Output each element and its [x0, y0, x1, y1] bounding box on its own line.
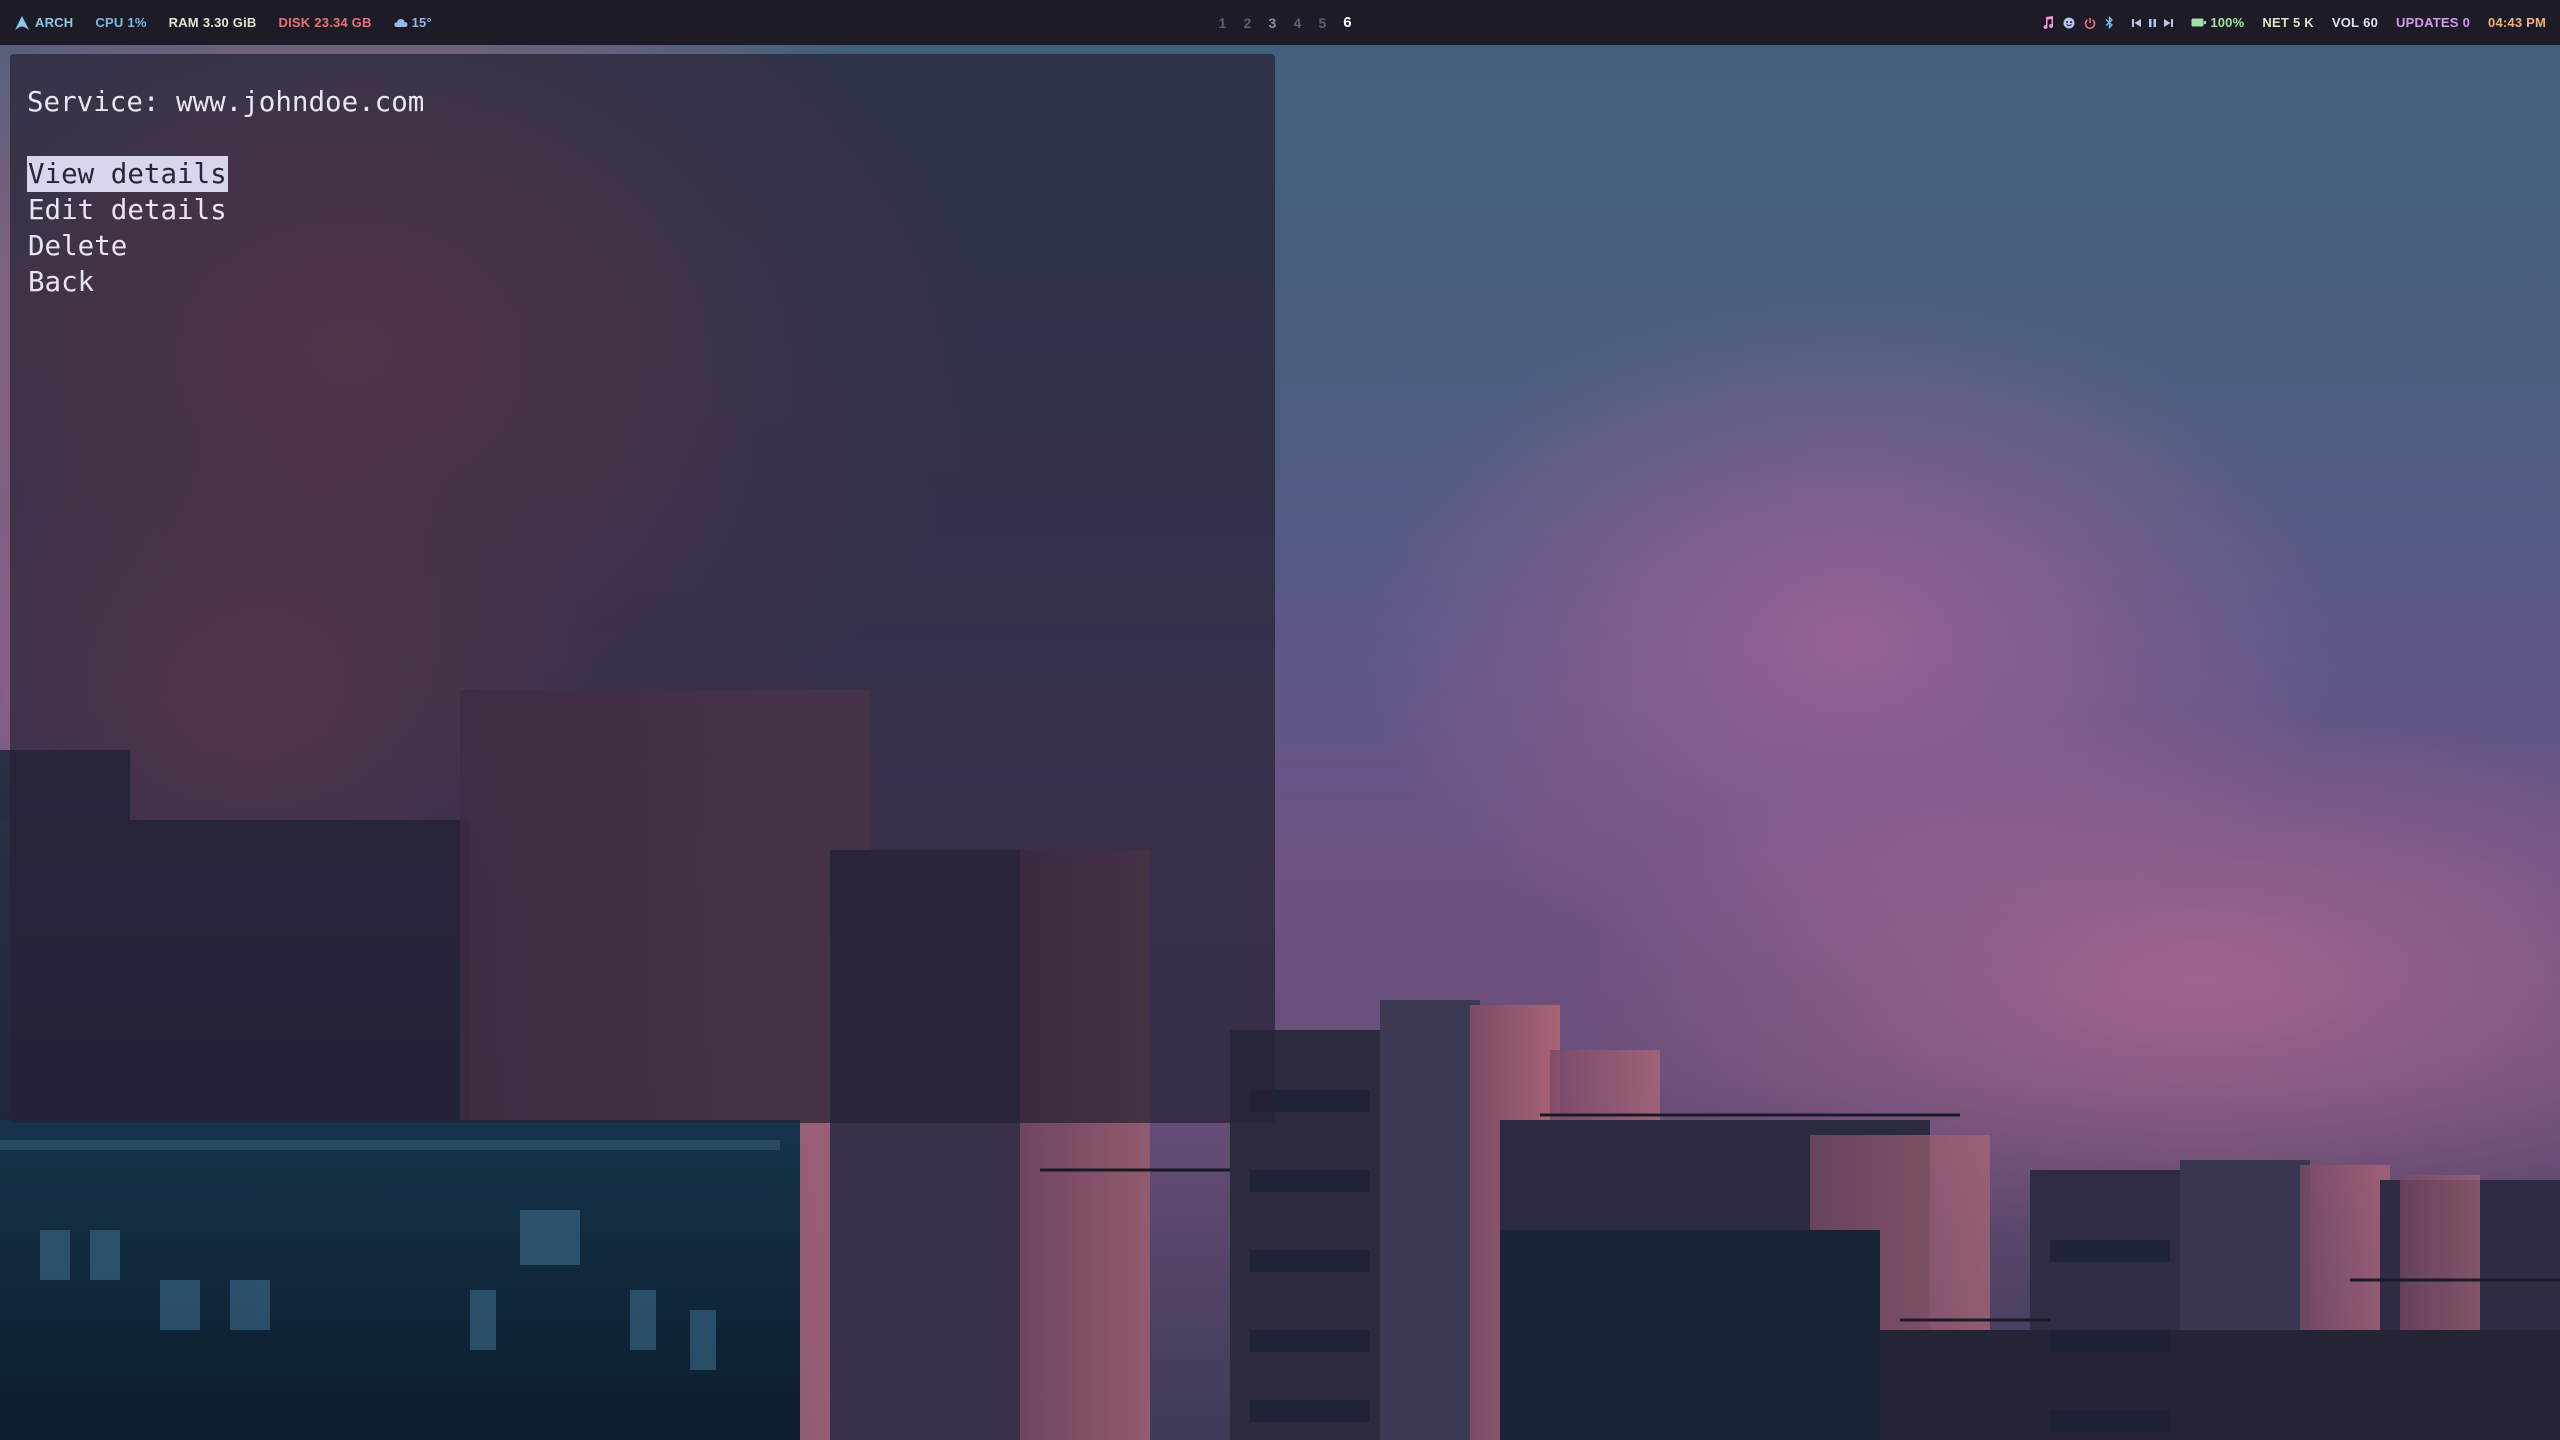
launcher-menu: Service: www.johndoe.com View details Ed…: [10, 54, 1275, 1123]
vol-value: 60: [2363, 15, 2379, 30]
status-bar-left: ARCH CPU 1% RAM 3.30 GiB DISK 23.34 GB 1…: [14, 0, 454, 45]
disk-module[interactable]: DISK 23.34 GB: [278, 15, 371, 30]
workspace-5[interactable]: 5: [1310, 15, 1335, 31]
bluetooth-icon[interactable]: [2105, 16, 2114, 29]
ram-value: 3.30 GiB: [202, 15, 257, 30]
updates-label: UPDATES: [2396, 15, 2459, 30]
clock-time: 04:43 PM: [2488, 15, 2546, 30]
ram-module[interactable]: RAM 3.30 GiB: [169, 15, 257, 30]
network-module[interactable]: NET 5 K: [2262, 15, 2313, 30]
ram-label: RAM: [168, 15, 199, 30]
workspace-switcher: 1 2 3 4 5 6: [1210, 0, 1360, 45]
media-controls: [2132, 18, 2174, 28]
cpu-value: 1%: [127, 15, 147, 30]
workspace-6[interactable]: 6: [1335, 14, 1360, 31]
battery-icon: [2191, 18, 2207, 27]
net-value: 5 K: [2292, 15, 2314, 30]
workspace-3[interactable]: 3: [1260, 15, 1285, 31]
disk-label: DISK: [278, 15, 311, 30]
menu-item-edit-details[interactable]: Edit details: [27, 192, 228, 228]
weather-module[interactable]: 15°: [394, 15, 432, 30]
menu-content: Service: www.johndoe.com View details Ed…: [27, 84, 424, 300]
tray-module: [2042, 16, 2114, 29]
cpu-module[interactable]: CPU 1%: [95, 15, 146, 30]
net-label: NET: [2262, 15, 2289, 30]
workspace-2[interactable]: 2: [1235, 15, 1260, 31]
menu-item-delete[interactable]: Delete: [27, 228, 128, 264]
vol-label: VOL: [2331, 15, 2360, 30]
pause-icon[interactable]: [2148, 18, 2157, 28]
menu-item-back[interactable]: Back: [27, 264, 95, 300]
clock-module[interactable]: 04:43 PM: [2488, 15, 2546, 30]
cloud-icon: [394, 18, 408, 28]
menu-item-view-details[interactable]: View details: [27, 156, 228, 192]
updates-module[interactable]: UPDATES 0: [2396, 15, 2470, 30]
battery-module[interactable]: 100%: [2191, 15, 2244, 30]
volume-module[interactable]: VOL 60: [2332, 15, 2378, 30]
weather-value: 15°: [411, 15, 432, 30]
distro-label: ARCH: [35, 15, 74, 30]
updates-value: 0: [2462, 15, 2471, 30]
distro-module[interactable]: ARCH: [14, 15, 73, 31]
battery-value: 100%: [2210, 15, 2245, 30]
workspace-4[interactable]: 4: [1285, 15, 1310, 31]
next-icon[interactable]: [2163, 18, 2174, 28]
previous-icon[interactable]: [2132, 18, 2142, 28]
power-icon[interactable]: [2084, 17, 2096, 29]
disk-value: 23.34 GB: [314, 15, 372, 30]
status-bar: ARCH CPU 1% RAM 3.30 GiB DISK 23.34 GB 1…: [0, 0, 2560, 45]
status-bar-right: 100% NET 5 K VOL 60 UPDATES 0 04:43 PM: [2024, 0, 2546, 45]
cpu-label: CPU: [95, 15, 124, 30]
menu-prompt: Service: www.johndoe.com: [27, 86, 425, 118]
face-icon[interactable]: [2063, 17, 2075, 29]
workspace-1[interactable]: 1: [1210, 15, 1235, 31]
arch-linux-icon: [14, 15, 30, 31]
music-note-icon[interactable]: [2042, 16, 2054, 29]
